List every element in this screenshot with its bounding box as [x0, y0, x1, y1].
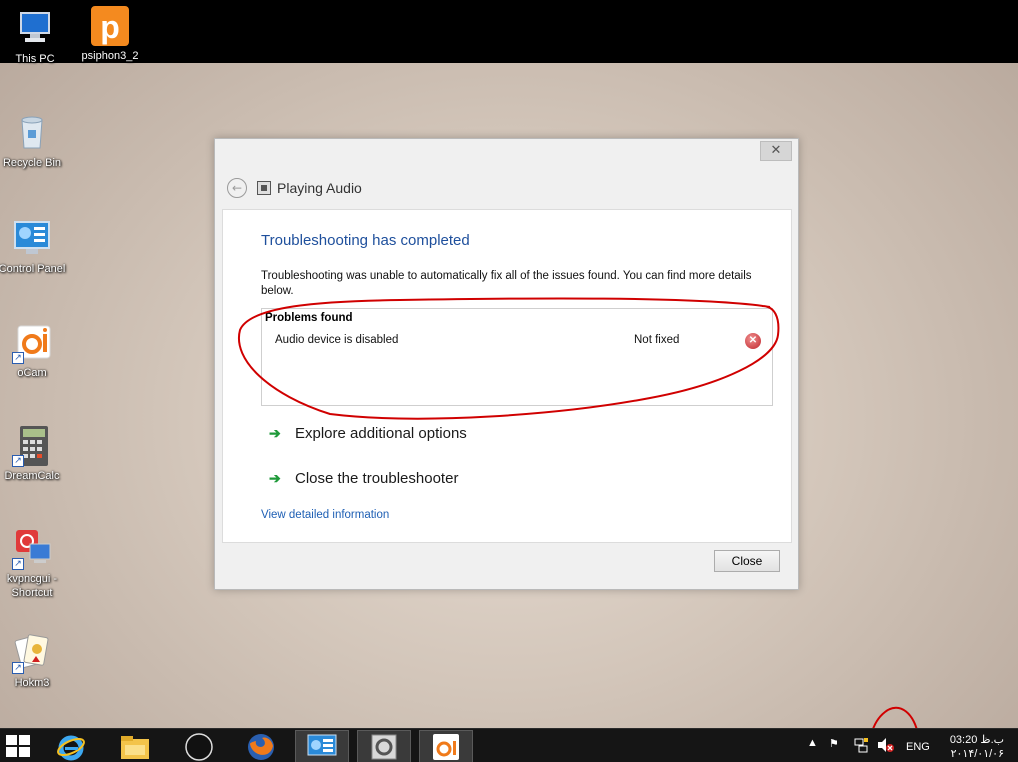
svg-text:p: p: [100, 9, 120, 45]
calculator-icon: ↗: [12, 425, 52, 467]
taskbar-ocam[interactable]: [419, 730, 473, 762]
desktop-icon-label: Recycle Bin: [2, 157, 62, 169]
window-close-button[interactable]: ✕: [760, 141, 792, 161]
shortcut-arrow-icon: ↗: [12, 558, 24, 570]
ocam-icon: [433, 733, 459, 760]
view-detailed-information-link[interactable]: View detailed information: [261, 509, 389, 521]
ocam-icon: ↗: [12, 322, 52, 364]
action-label: Close the troubleshooter: [295, 470, 459, 487]
desktop-icon-hokm3[interactable]: ↗ Hokm3: [0, 632, 67, 690]
clock-date: ۲۰۱۴/۰۱/۰۶: [950, 748, 1004, 760]
desktop-icon-label: oCam: [17, 367, 47, 379]
action-label: Explore additional options: [295, 425, 467, 442]
problem-status: Not fixed: [634, 334, 680, 346]
firefox-icon: [248, 733, 274, 760]
action-center-flag-icon[interactable]: ⚑: [829, 737, 839, 750]
desktop-icon-recycle-bin[interactable]: Recycle Bin: [0, 112, 67, 170]
show-hidden-icons-chevron-icon[interactable]: ▲: [807, 737, 818, 749]
desktop-icon-dreamcalc[interactable]: ↗ DreamCalc: [0, 425, 67, 483]
error-icon: ✕: [745, 333, 761, 349]
desktop-icon-label: Control Panel: [0, 263, 66, 275]
taskbar-troubleshooter[interactable]: [357, 730, 411, 762]
dialog-footer: [222, 543, 792, 581]
desktop-icon-label: Hokm3: [14, 677, 50, 689]
explore-options-link[interactable]: ➔ Explore additional options: [269, 425, 467, 442]
windows-start-button[interactable]: [6, 735, 32, 759]
taskbar-control-panel[interactable]: [295, 730, 349, 762]
desktop-icon-psiphon[interactable]: p psiphon3_2: [75, 5, 145, 63]
desktop-top-band: [0, 0, 1018, 63]
taskbar-internet-explorer[interactable]: [44, 730, 98, 762]
input-language-indicator[interactable]: ENG: [906, 741, 930, 753]
control-panel-icon: [12, 218, 52, 258]
problems-found-header: Problems found: [265, 312, 353, 324]
desktop-icon-label: This PC: [15, 53, 55, 65]
taskbar: ▲ ⚑ ENG 03:20 ب.ظ ۲۰۱۴/۰۱/۰۶: [0, 728, 1018, 762]
taskbar-file-explorer[interactable]: [108, 730, 162, 762]
troubleshooter-icon: [371, 734, 397, 759]
app-circle-icon: [185, 732, 213, 761]
desktop-icon-label: psiphon3_2: [81, 50, 139, 62]
control-panel-icon: [307, 734, 337, 755]
result-description: Troubleshooting was unable to automatica…: [261, 270, 752, 297]
internet-explorer-icon: [57, 735, 85, 760]
taskbar-firefox[interactable]: [234, 730, 288, 762]
network-status-icon: [854, 738, 868, 753]
psiphon-icon: p: [90, 5, 130, 46]
speaker-muted-icon[interactable]: [877, 737, 895, 756]
troubleshooter-app-icon: [257, 181, 271, 195]
desktop-icon-control-panel[interactable]: Control Panel: [0, 218, 67, 276]
desktop-icon-this-pc[interactable]: This PC: [0, 8, 70, 66]
recycle-bin-icon: [12, 112, 52, 152]
window-title: Playing Audio: [277, 180, 362, 196]
problem-row[interactable]: Audio device is disabled Not fixed ✕: [275, 333, 765, 349]
green-arrow-icon: ➔: [269, 425, 281, 441]
close-troubleshooter-link[interactable]: ➔ Close the troubleshooter: [269, 470, 458, 487]
taskbar-app-circle[interactable]: [172, 730, 226, 762]
back-arrow-icon[interactable]: ←: [227, 178, 247, 198]
desktop-icon-kvpncgui[interactable]: ↗ kvpncgui - Shortcut: [0, 528, 67, 600]
desktop-icon-ocam[interactable]: ↗ oCam: [0, 322, 67, 380]
desktop-icon-label: kvpncgui - Shortcut: [6, 573, 58, 599]
close-button[interactable]: Close: [714, 550, 780, 572]
shortcut-arrow-icon: ↗: [12, 662, 24, 674]
desktop-icon-label: DreamCalc: [4, 470, 60, 482]
page-title: Troubleshooting has completed: [261, 232, 470, 249]
clock-time: 03:20 ب.ظ: [949, 734, 1004, 746]
network-icon[interactable]: [853, 737, 869, 756]
dialog-content: Troubleshooting has completed Troublesho…: [222, 209, 792, 543]
folder-icon: [121, 735, 149, 759]
computer-icon: [15, 8, 55, 48]
volume-muted-icon: [878, 738, 894, 752]
shortcut-arrow-icon: ↗: [12, 455, 24, 467]
shortcut-arrow-icon: ↗: [12, 352, 24, 364]
dialog-header: ← Playing Audio: [227, 177, 362, 199]
playing-cards-icon: ↗: [12, 632, 52, 674]
troubleshooter-dialog: ✕ ← Playing Audio Troubleshooting has co…: [214, 138, 799, 590]
problem-name: Audio device is disabled: [275, 334, 399, 346]
system-clock[interactable]: 03:20 ب.ظ ۲۰۱۴/۰۱/۰۶: [946, 733, 1004, 761]
problems-found-box: Problems found Audio device is disabled …: [261, 308, 773, 406]
vpn-icon: ↗: [12, 528, 52, 570]
green-arrow-icon: ➔: [269, 470, 281, 486]
